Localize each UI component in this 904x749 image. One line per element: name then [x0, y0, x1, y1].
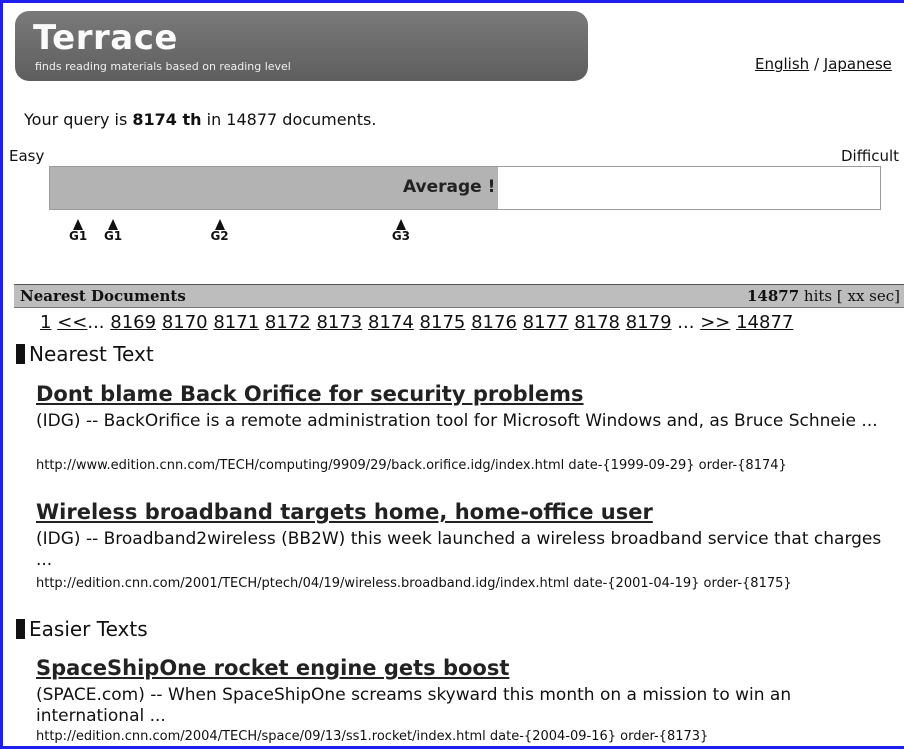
- page-number-link[interactable]: 8173: [316, 312, 362, 333]
- hits-suffix: hits [ xx sec]: [799, 287, 900, 305]
- easier-texts-label: Easier Texts: [29, 617, 148, 641]
- grade-marker-g1: G1: [63, 219, 93, 242]
- document-snippet: (SPACE.com) -- When SpaceShipOne screams…: [36, 685, 792, 726]
- page-number-link[interactable]: 8174: [368, 312, 414, 333]
- grade-marker-g3: G3: [386, 219, 416, 242]
- document-title-link[interactable]: Wireless broadband targets home, home-of…: [36, 500, 653, 524]
- document-title-link[interactable]: Dont blame Back Orifice for security pro…: [36, 382, 584, 406]
- pagination: 1 <<... 8169 8170 8171 8172 8173 8174 81…: [40, 312, 793, 333]
- page-number-list: 8169 8170 8171 8172 8173 8174 8175 8176 …: [110, 312, 671, 333]
- page-number-link[interactable]: 8170: [162, 312, 208, 333]
- heading-marker: [16, 344, 25, 364]
- page-last-link[interactable]: 14877: [736, 312, 793, 333]
- japanese-link[interactable]: Japanese: [824, 55, 892, 73]
- page-number-link[interactable]: 8179: [626, 312, 672, 333]
- language-switcher: English / Japanese: [755, 55, 892, 73]
- document-url-meta: http://www.edition.cnn.com/TECH/computin…: [36, 458, 787, 473]
- nearest-documents-header: Nearest Documents 14877 hits [ xx sec]: [14, 284, 904, 308]
- reading-level-label: Average !: [403, 177, 495, 197]
- page-next-link[interactable]: >>: [700, 312, 730, 333]
- difficult-label: Difficult: [841, 147, 900, 165]
- page-prev-link[interactable]: <<: [57, 312, 87, 333]
- level-mark: !: [481, 177, 496, 197]
- nearest-text-heading: Nearest Text: [16, 342, 154, 366]
- language-separator: /: [809, 55, 824, 73]
- level-text: Average: [403, 177, 482, 197]
- grade-marker-label: G2: [210, 229, 229, 243]
- grade-marker-label: G3: [391, 229, 411, 243]
- page-first-link[interactable]: 1: [40, 312, 51, 333]
- page-number-link[interactable]: 8178: [574, 312, 620, 333]
- easy-label: Easy: [9, 147, 45, 165]
- page-number-link[interactable]: 8171: [213, 312, 259, 333]
- grade-marker-label: G1: [69, 229, 88, 243]
- document-url-meta: http://edition.cnn.com/2004/TECH/space/0…: [36, 729, 709, 744]
- grade-marker-g2: G2: [205, 219, 235, 242]
- hits-summary: 14877 hits [ xx sec]: [747, 287, 900, 305]
- query-total: 14877: [226, 110, 278, 129]
- query-rank: 8174 th: [132, 110, 202, 129]
- query-middle: in: [201, 110, 227, 129]
- grade-marker-label: G1: [103, 229, 123, 243]
- document-title-link[interactable]: SpaceShipOne rocket engine gets boost: [36, 656, 509, 680]
- logo-subtitle: finds reading materials based on reading…: [35, 60, 291, 73]
- hits-count: 14877: [746, 287, 800, 305]
- easier-texts-heading: Easier Texts: [16, 617, 148, 641]
- page-number-link[interactable]: 8175: [420, 312, 466, 333]
- grade-marker-g1: G1: [98, 219, 128, 242]
- query-summary: Your query is 8174 th in 14877 documents…: [24, 110, 376, 129]
- document-snippet: (IDG) -- Broadband2wireless (BB2W) this …: [36, 529, 882, 570]
- pager-ellipsis-left: ...: [87, 312, 105, 333]
- pager-ellipsis-right: ...: [677, 312, 695, 333]
- page-number-link[interactable]: 8169: [110, 312, 156, 333]
- heading-marker: [16, 619, 25, 639]
- section-title: Nearest Documents: [20, 287, 186, 305]
- english-link[interactable]: English: [755, 55, 809, 73]
- document-snippet: (IDG) -- BackOrifice is a remote adminis…: [36, 411, 878, 431]
- page-number-link[interactable]: 8172: [265, 312, 311, 333]
- query-prefix: Your query is: [24, 110, 133, 129]
- page-number-link[interactable]: 8176: [471, 312, 517, 333]
- terrace-logo[interactable]: Terrace finds reading materials based on…: [15, 11, 588, 81]
- nearest-text-label: Nearest Text: [29, 342, 154, 366]
- document-url-meta: http://edition.cnn.com/2001/TECH/ptech/0…: [36, 576, 792, 591]
- query-suffix: documents.: [277, 110, 377, 129]
- logo-title: Terrace: [33, 18, 178, 58]
- page-number-link[interactable]: 8177: [523, 312, 569, 333]
